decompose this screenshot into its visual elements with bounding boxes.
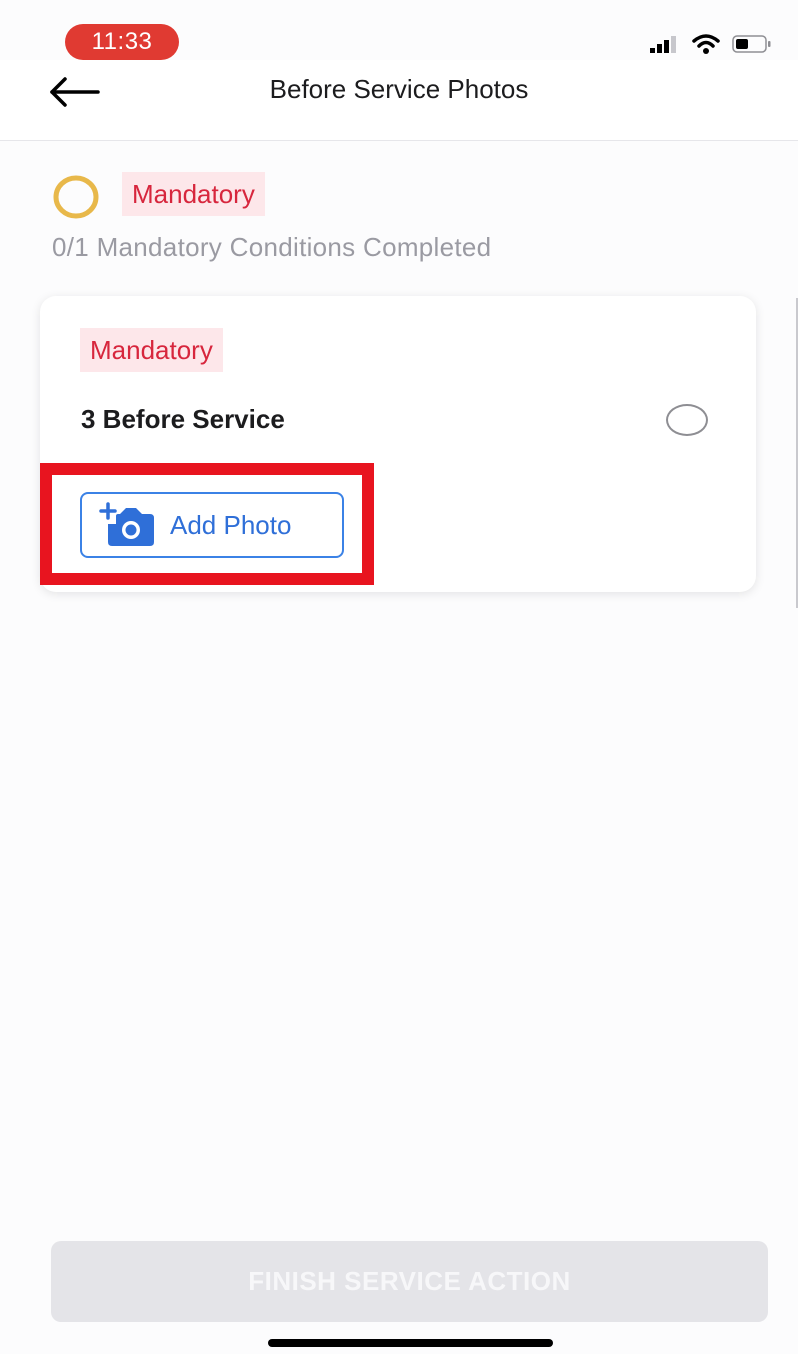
progress-ring-icon: [53, 175, 99, 219]
condition-radio-button[interactable]: [666, 404, 708, 436]
add-photo-button[interactable]: Add Photo: [80, 492, 344, 558]
condition-card: Mandatory 3 Before Service Add Photo: [40, 296, 756, 592]
condition-title: 3 Before Service: [81, 404, 285, 434]
page-title: Before Service Photos: [269, 74, 529, 104]
mandatory-badge: Mandatory: [122, 172, 265, 216]
header: Before Service Photos: [0, 60, 798, 141]
home-indicator: [268, 1339, 553, 1347]
condition-mandatory-badge: Mandatory: [80, 328, 223, 372]
status-icons: [650, 33, 772, 55]
status-time: 11:33: [65, 24, 179, 60]
status-bar: 11:33: [0, 0, 798, 60]
wifi-icon: [692, 34, 720, 54]
camera-add-icon: [96, 502, 158, 548]
finish-service-action-button[interactable]: FINISH SERVICE ACTION: [51, 1241, 768, 1322]
cellular-signal-icon: [650, 36, 676, 53]
completion-status-text: 0/1 Mandatory Conditions Completed: [52, 232, 492, 262]
add-photo-label: Add Photo: [170, 509, 292, 540]
battery-icon: [732, 35, 771, 53]
